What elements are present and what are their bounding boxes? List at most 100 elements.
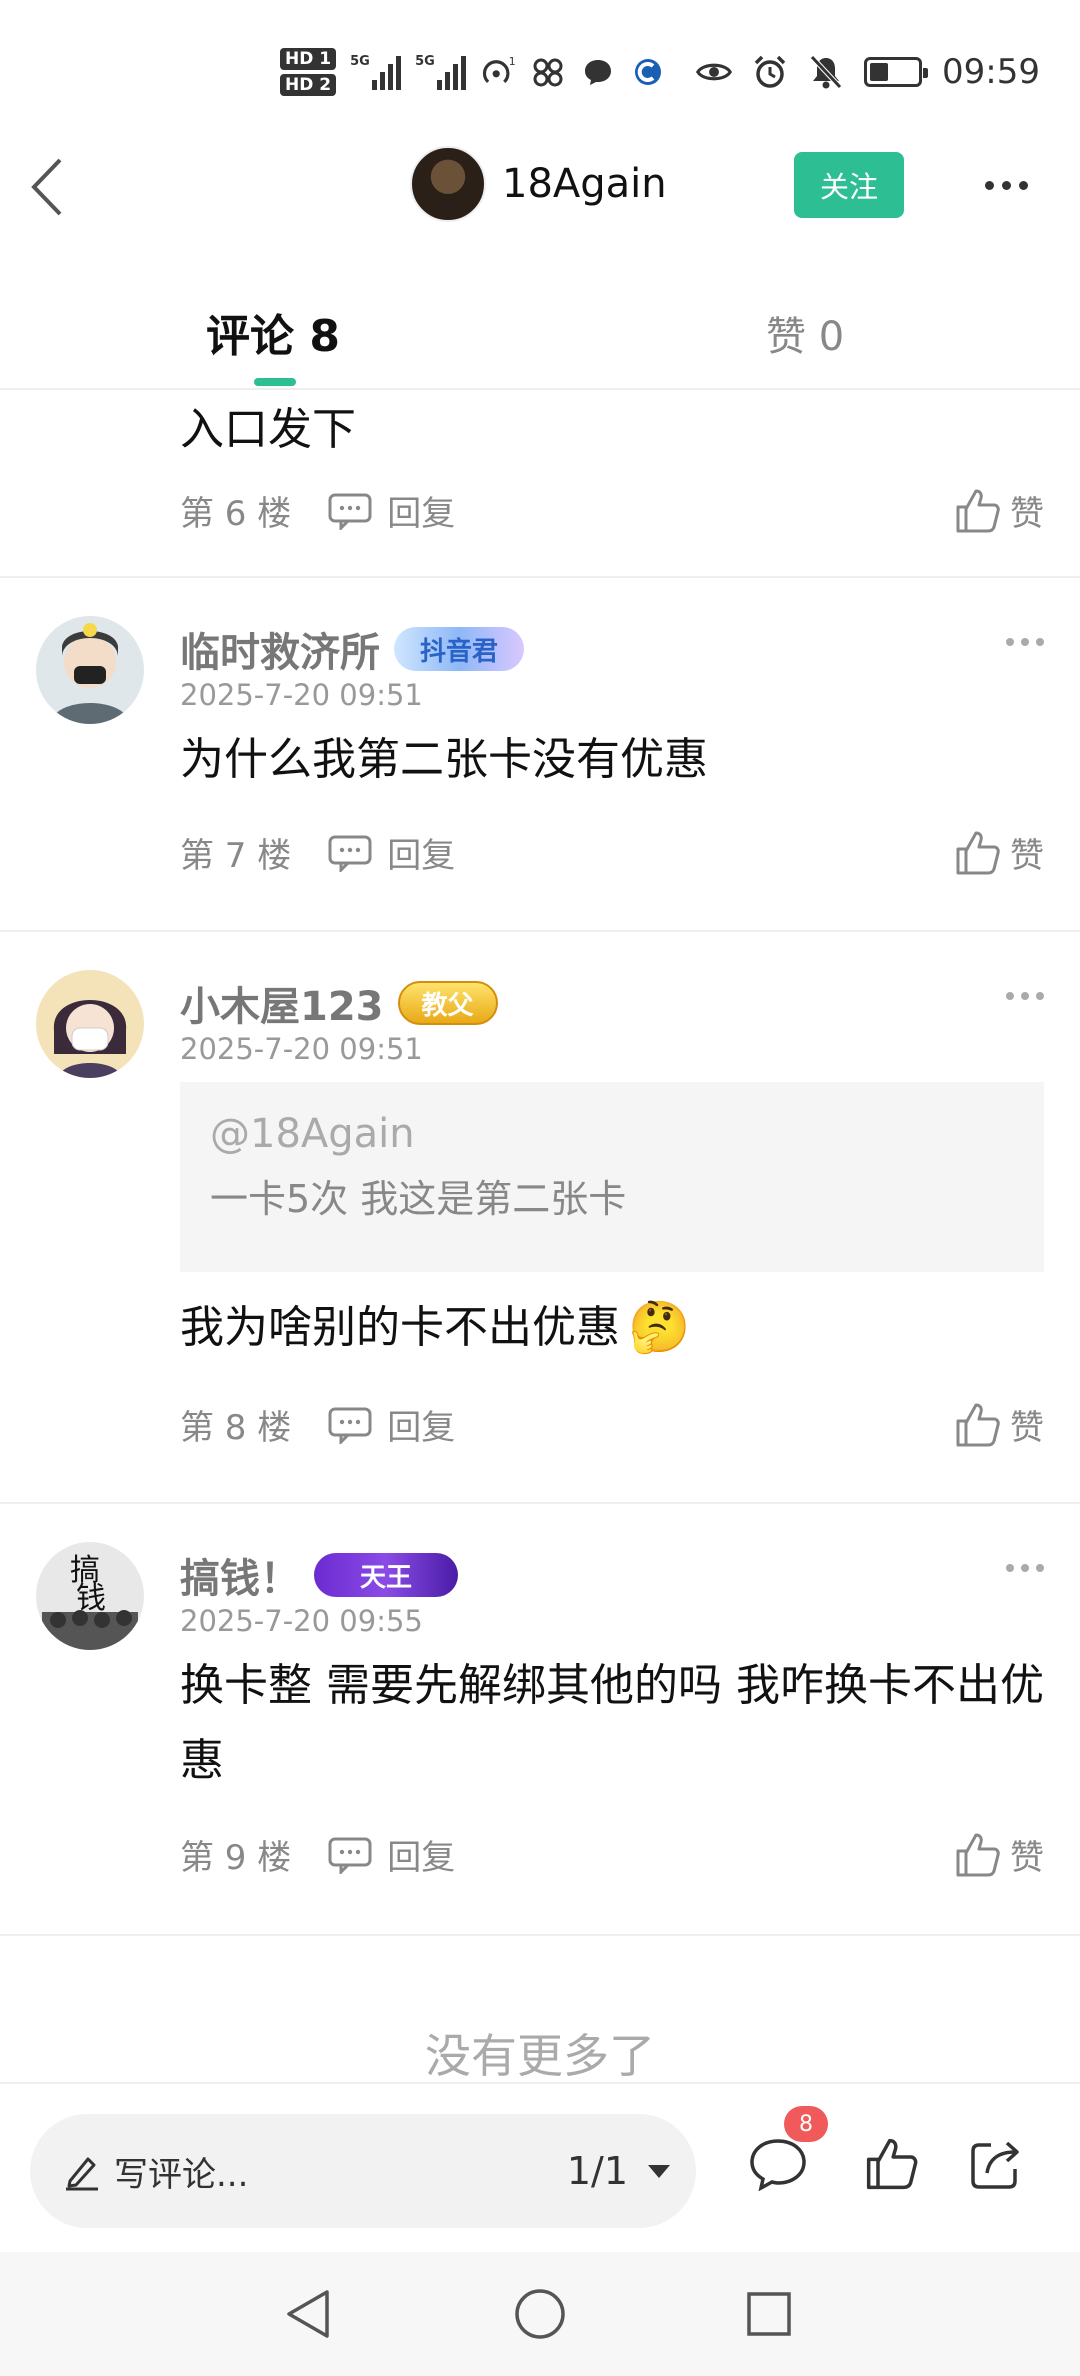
like-label: 赞 [1010,836,1044,876]
reply-button[interactable]: 回复 [327,828,455,877]
like-button[interactable]: 赞 [954,1400,1044,1449]
alarm-icon [752,54,788,90]
status-bar: HD 1 HD 2 5G 5G 1 09:59 [0,0,1080,140]
end-of-list-text: 没有更多了 [425,2029,655,2083]
comment-time: 2025-7-20 09:55 [180,1604,423,1638]
bank-app-icon [630,54,666,90]
like-label: 赞 [1010,1838,1044,1878]
app-notification-icon [530,54,566,90]
author-avatar[interactable] [410,146,486,222]
thumbs-up-icon [956,1833,1000,1876]
page-selector[interactable]: 1/1 [567,2149,672,2193]
comment-text-row: 我为啥别的卡不出优惠 🤔 [180,1290,1044,1365]
battery-icon [864,57,929,87]
reply-button[interactable]: 回复 [327,1830,455,1879]
eye-comfort-icon [696,54,733,90]
sim2-network-label: 5G [415,54,435,69]
reply-button[interactable]: 回复 [327,1400,455,1449]
follow-button[interactable]: 关注 [794,152,904,218]
tab-comments[interactable]: 评论 8 [206,300,340,364]
author-name[interactable]: 18Again [502,161,667,207]
active-tab-indicator [254,378,296,386]
reply-label: 回复 [387,836,456,876]
comment-meta: 第 9 楼 回复 [180,1830,455,1879]
hotspot-count: 1 [509,55,516,68]
share-icon [971,2141,1019,2189]
comment-text: 入口发下 [180,404,356,455]
share-button[interactable] [956,2124,1036,2204]
comment-time: 2025-7-20 09:51 [180,678,423,712]
reply-button[interactable]: 回复 [327,486,455,535]
quoted-reply[interactable]: @18Again 一卡5次 我这是第二张卡 [180,1082,1044,1272]
comment-more-button[interactable] [1006,638,1044,646]
like-label: 赞 [1010,494,1044,534]
status-icons-left: HD 1 HD 2 5G 5G 1 [280,42,666,102]
commenter-avatar[interactable] [36,970,144,1078]
signal-icon-sim1: 5G [350,54,402,90]
comment-meta: 第 8 楼 回复 [180,1400,455,1449]
home-circle-icon [515,2289,565,2339]
commenter-name[interactable]: 搞钱！ [180,1546,300,1604]
commenter-avatar[interactable]: 搞钱 [36,1542,144,1650]
dropdown-arrow-icon [648,2165,670,2178]
pencil-icon [66,2157,98,2191]
like-button[interactable]: 赞 [954,1830,1044,1879]
commenter-name-row: 临时救济所 抖音君 [180,620,524,678]
more-options-button[interactable] [976,160,1036,210]
thumbs-up-icon [956,1403,1000,1446]
message-notification-icon [580,54,616,90]
nav-recents-button[interactable] [733,2278,805,2350]
reply-icon [328,835,372,872]
comment-time: 2025-7-20 09:51 [180,1032,423,1066]
mute-icon [808,54,844,90]
comment-text: 我为啥别的卡不出优惠 [180,1302,620,1353]
commenter-name-row: 搞钱！ 天王 [180,1546,458,1604]
comment-item: 小木屋123 教父 2025-7-20 09:51 @18Again 一卡5次 … [0,932,1080,1504]
like-post-button[interactable] [852,2124,932,2204]
nav-home-button[interactable] [504,2278,576,2350]
user-level-badge: 抖音君 [394,627,524,671]
floor-label: 第 9 楼 [180,1838,292,1878]
quoted-user: @18Again [210,1111,415,1157]
thumbs-up-icon [866,2138,918,2190]
like-button[interactable]: 赞 [954,486,1044,535]
tab-likes[interactable]: 赞 0 [766,304,844,362]
bottom-action-bar: 写评论... 1/1 8 [0,2082,1080,2252]
like-button[interactable]: 赞 [954,828,1044,877]
more-dot-icon [1018,180,1028,190]
page-number: 1/1 [566,2149,628,2193]
reply-icon [328,493,372,530]
commenter-name[interactable]: 临时救济所 [180,620,380,678]
reply-icon [328,1407,372,1444]
floor-label: 第 8 楼 [180,1408,292,1448]
comment-list: 入口发下 第 6 楼 回复 赞 临时救济所 抖音君 2025-7-20 09:5… [0,392,1080,1936]
hotspot-icon: 1 [480,54,516,90]
signal-icon-sim2: 5G [415,54,467,90]
tab-bar: 评论 8 赞 0 [0,290,1080,390]
quoted-text: 一卡5次 我这是第二张卡 [210,1177,627,1221]
commenter-name-row: 小木屋123 教父 [180,974,498,1032]
battery-level [870,63,889,81]
hd2-badge: HD 2 [280,74,337,96]
status-icons-right: 09:59 [696,42,1040,102]
comment-input[interactable]: 写评论... 1/1 [30,2114,696,2228]
comments-button[interactable]: 8 [738,2106,828,2204]
comment-more-button[interactable] [1006,1564,1044,1572]
floor-label: 第 7 楼 [180,836,292,876]
nav-back-button[interactable] [272,2278,344,2350]
hd-badges: HD 1 HD 2 [280,48,337,96]
reply-label: 回复 [387,1838,456,1878]
reply-icon [328,1837,372,1874]
commenter-avatar[interactable] [36,616,144,724]
comment-input-placeholder: 写评论... [114,2154,249,2195]
comment-item: 入口发下 第 6 楼 回复 赞 [0,392,1080,578]
hd1-badge: HD 1 [280,48,337,70]
author-info[interactable]: 18Again [410,146,667,222]
thumbs-up-icon [956,489,1000,532]
reply-label: 回复 [387,494,456,534]
commenter-name[interactable]: 小木屋123 [180,974,384,1032]
comment-bubble-icon [750,2139,806,2192]
comment-more-button[interactable] [1006,992,1044,1000]
back-button[interactable] [24,150,74,220]
comment-count-badge: 8 [784,2106,828,2142]
